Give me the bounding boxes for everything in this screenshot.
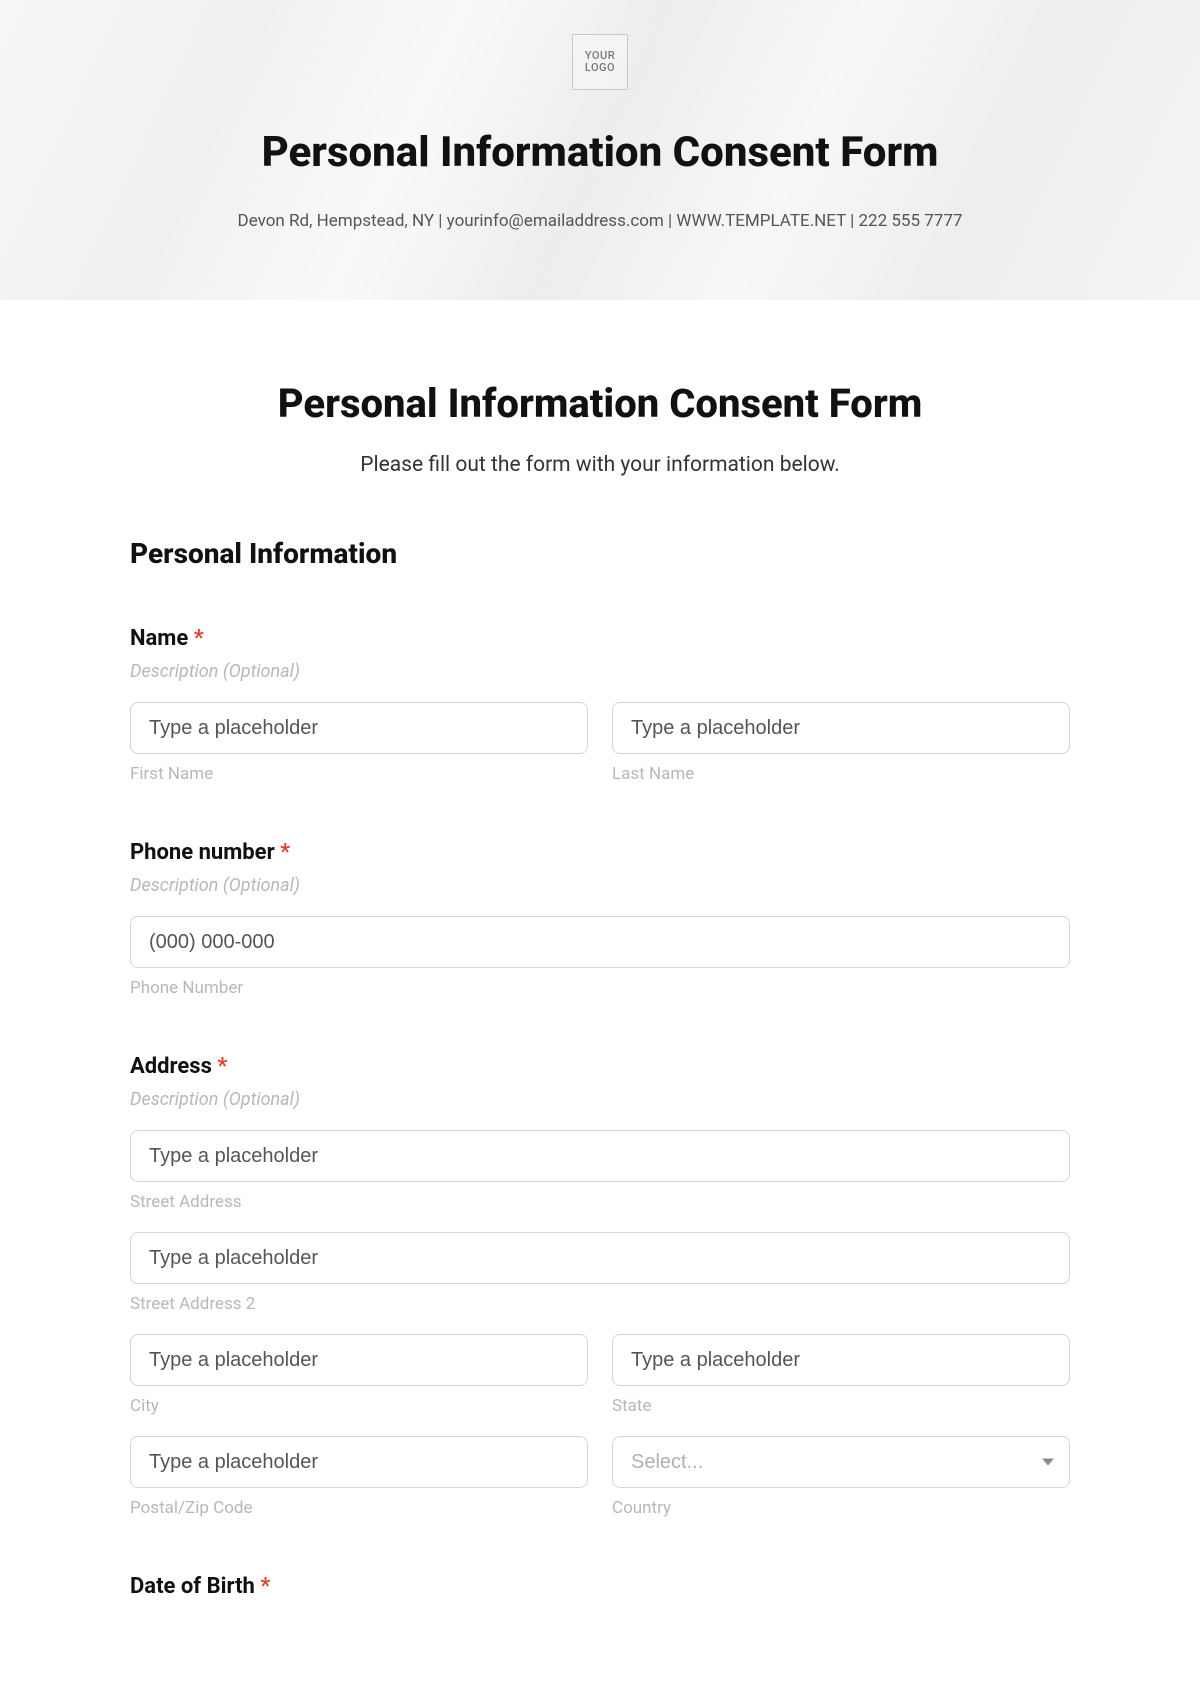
postal-code-sublabel: Postal/Zip Code — [130, 1498, 588, 1518]
name-description: Description (Optional) — [130, 661, 1070, 682]
required-mark: * — [260, 1574, 270, 1599]
page: YOUR LOGO Personal Information Consent F… — [0, 0, 1200, 1700]
logo-text: YOUR LOGO — [585, 50, 615, 74]
name-label: Name * — [130, 626, 1070, 651]
page-subtitle: Please fill out the form with your infor… — [130, 453, 1070, 477]
last-name-input[interactable] — [612, 702, 1070, 754]
phone-label: Phone number * — [130, 840, 1070, 865]
header-title: Personal Information Consent Form — [0, 128, 1200, 177]
state-input[interactable] — [612, 1334, 1070, 1386]
section-personal-info: Personal Information — [130, 537, 1070, 570]
country-sublabel: Country — [612, 1498, 1070, 1518]
required-mark: * — [280, 840, 290, 865]
phone-label-text: Phone number — [130, 840, 275, 865]
first-name-sublabel: First Name — [130, 764, 588, 784]
street-address-input[interactable] — [130, 1130, 1070, 1182]
field-name: Name * Description (Optional) First Name… — [130, 626, 1070, 784]
phone-input[interactable] — [130, 916, 1070, 968]
city-sublabel: City — [130, 1396, 588, 1416]
field-phone: Phone number * Description (Optional) Ph… — [130, 840, 1070, 998]
dob-label-text: Date of Birth — [130, 1574, 255, 1599]
page-title: Personal Information Consent Form — [130, 380, 1070, 427]
dob-label: Date of Birth * — [130, 1574, 1070, 1599]
required-mark: * — [217, 1054, 227, 1079]
phone-description: Description (Optional) — [130, 875, 1070, 896]
state-sublabel: State — [612, 1396, 1070, 1416]
name-label-text: Name — [130, 626, 188, 651]
street-address-2-sublabel: Street Address 2 — [130, 1294, 1070, 1314]
street-address-2-input[interactable] — [130, 1232, 1070, 1284]
logo-placeholder: YOUR LOGO — [572, 34, 628, 90]
phone-sublabel: Phone Number — [130, 978, 1070, 998]
form-body: Personal Information Consent Form Please… — [0, 300, 1200, 1659]
last-name-sublabel: Last Name — [612, 764, 1070, 784]
required-mark: * — [194, 626, 204, 651]
postal-code-input[interactable] — [130, 1436, 588, 1488]
address-description: Description (Optional) — [130, 1089, 1070, 1110]
address-label: Address * — [130, 1054, 1070, 1079]
header-band: YOUR LOGO Personal Information Consent F… — [0, 0, 1200, 300]
field-address: Address * Description (Optional) Street … — [130, 1054, 1070, 1518]
first-name-input[interactable] — [130, 702, 588, 754]
header-contact-line: Devon Rd, Hempstead, NY | yourinfo@email… — [0, 211, 1200, 231]
city-input[interactable] — [130, 1334, 588, 1386]
street-address-sublabel: Street Address — [130, 1192, 1070, 1212]
field-dob: Date of Birth * — [130, 1574, 1070, 1599]
address-label-text: Address — [130, 1054, 212, 1079]
country-select[interactable]: Select... — [612, 1436, 1070, 1488]
